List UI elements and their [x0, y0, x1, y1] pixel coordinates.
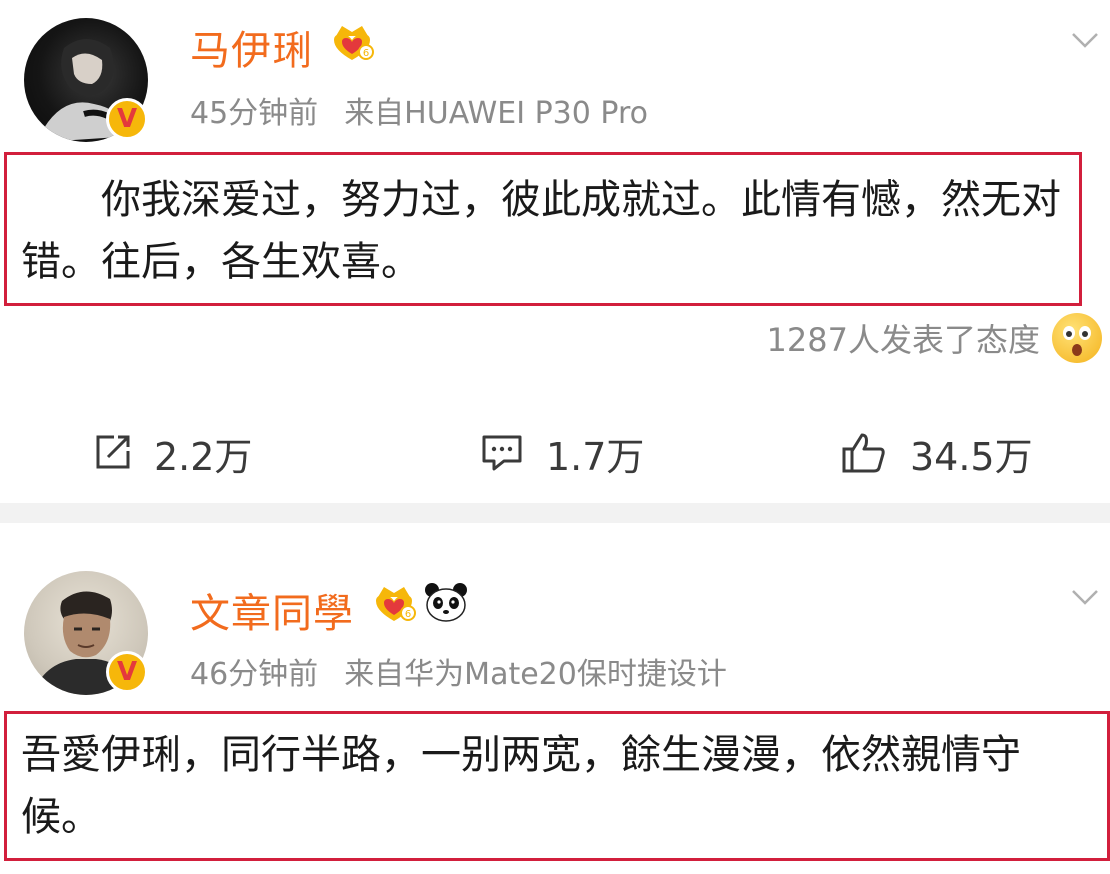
username[interactable]: 文章同學 — [190, 581, 354, 639]
repost-count: 2.2万 — [154, 434, 253, 479]
svg-text:6: 6 — [363, 48, 369, 59]
post-content: 吾愛伊琍，同行半路，一别两宽，餘生漫漫，依然親情守候。 — [4, 711, 1110, 861]
vip-crown-icon: 6 — [376, 587, 416, 621]
post-time: 45分钟前 — [190, 96, 319, 131]
svg-text:6: 6 — [405, 609, 411, 620]
weibo-post: V 马伊琍 6 45分钟前 来自HUAWEI P30 Pro 你我深爱过，努力过，… — [0, 0, 1110, 503]
post-source: 来自华为Mate20保时捷设计 — [344, 657, 727, 692]
chevron-down-icon[interactable] — [1070, 587, 1100, 607]
post-divider — [0, 503, 1110, 523]
vip-crown-icon: 6 — [334, 26, 374, 60]
repost-icon — [96, 435, 130, 469]
comment-button[interactable]: 1.7万 — [480, 418, 644, 488]
chevron-down-icon[interactable] — [1070, 30, 1100, 50]
post-content: 你我深爱过，努力过，彼此成就过。此情有憾，然无对错。往后，各生欢喜。 — [4, 152, 1082, 306]
reactions-summary[interactable]: 1287人发表了态度 — [767, 310, 1102, 366]
post-meta: 46分钟前 来自华为Mate20保时捷设计 — [190, 649, 727, 693]
comment-icon — [482, 435, 522, 471]
repost-button[interactable]: 2.2万 — [92, 418, 252, 488]
weibo-post: V 文章同學 6 46分钟前 来自华为Mate20保时捷设计 吾愛伊琍，同行半路，… — [0, 523, 1110, 874]
like-count: 34.5万 — [910, 434, 1033, 479]
thumbs-up-icon — [842, 433, 885, 473]
post-time: 46分钟前 — [190, 657, 319, 692]
verified-badge-icon: V — [106, 651, 148, 693]
post-content-text: 吾愛伊琍，同行半路，一别两宽，餘生漫漫，依然親情守候。 — [21, 732, 1021, 840]
reactions-text: 1287人发表了态度 — [766, 321, 1040, 359]
action-bar: 2.2万 1.7万 34.5万 — [0, 418, 1110, 488]
verified-badge-icon: V — [106, 98, 148, 140]
post-content-text: 你我深爱过，努力过，彼此成就过。此情有憾，然无对错。往后，各生欢喜。 — [21, 177, 1061, 285]
like-button[interactable]: 34.5万 — [840, 418, 1033, 488]
avatar[interactable]: V — [24, 571, 148, 695]
panda-emoji-icon — [425, 583, 467, 622]
post-meta: 45分钟前 来自HUAWEI P30 Pro — [190, 88, 648, 132]
avatar[interactable]: V — [24, 18, 148, 142]
username[interactable]: 马伊琍 — [190, 18, 313, 76]
comment-count: 1.7万 — [546, 434, 645, 479]
post-source: 来自HUAWEI P30 Pro — [344, 96, 648, 131]
surprised-face-icon — [1052, 313, 1102, 363]
